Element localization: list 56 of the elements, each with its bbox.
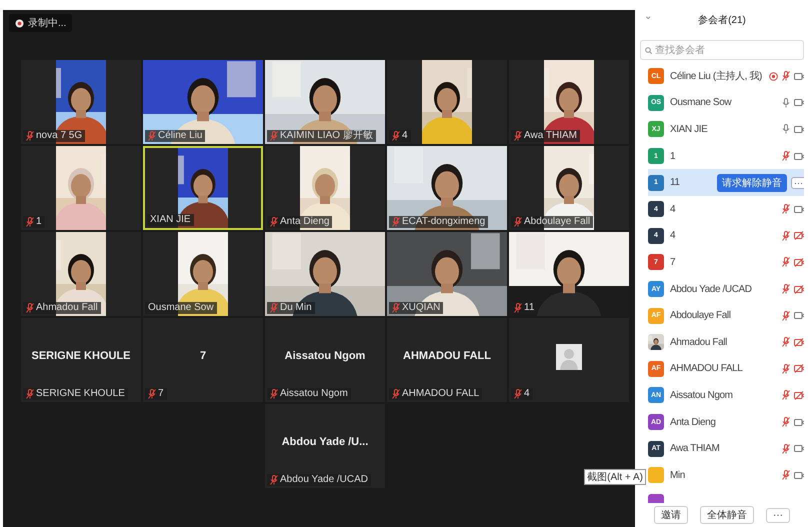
participant-name: Aissatou Ngom bbox=[284, 350, 366, 362]
avatar-icon bbox=[556, 344, 582, 370]
participant-label: Awa THIAM bbox=[524, 130, 577, 142]
more-button[interactable]: ··· bbox=[791, 176, 804, 189]
participant-name: Ousmane Sow bbox=[670, 97, 732, 108]
participant-label: XUQIAN bbox=[402, 302, 440, 314]
participant-name: Anta Dieng bbox=[670, 416, 716, 428]
participant-name: Ahmadou Fall bbox=[670, 336, 728, 348]
participant-label: 4 bbox=[524, 388, 530, 400]
participant-label: AHMADOU FALL bbox=[402, 388, 480, 400]
participant-name: 4 bbox=[670, 230, 676, 242]
tooltip: 截图(Alt + A) bbox=[584, 469, 646, 485]
participant-label: Aissatou Ngom bbox=[280, 388, 348, 400]
footer-button[interactable]: 全体静音 bbox=[700, 506, 754, 524]
participant-label: 11 bbox=[524, 302, 534, 314]
participant-label: Ousmane Sow bbox=[148, 302, 214, 314]
participant-name: Min bbox=[670, 470, 686, 481]
participant-label: 4 bbox=[402, 130, 408, 142]
participant-name: 7 bbox=[670, 256, 676, 268]
participant-label: KAIMIN LIAO 廖开敏 bbox=[280, 130, 373, 142]
ask-unmute-button[interactable]: 请求解除静音 bbox=[717, 174, 787, 192]
recording-icon bbox=[15, 18, 24, 28]
participant-row[interactable]: Min bbox=[648, 462, 804, 488]
participant-name: Awa THIAM bbox=[670, 443, 720, 454]
participant-name: Aissatou Ngom bbox=[670, 390, 734, 401]
participant-name: 1 bbox=[670, 150, 676, 162]
participant-name: Abdou Yade /U... bbox=[282, 436, 368, 448]
participant-row[interactable]: Ahmadou Fall bbox=[648, 328, 804, 356]
participant-name: Abdoulaye Fall bbox=[670, 310, 732, 322]
participant-name: SERIGNE KHOULE bbox=[31, 350, 130, 362]
participant-label: ECAT-dongximeng bbox=[402, 216, 486, 228]
participant-label: Abdoulaye Fall bbox=[524, 216, 590, 228]
participant-label: XIAN JIE bbox=[150, 214, 191, 226]
participant-name: XIAN JIE bbox=[670, 124, 708, 135]
footer-button[interactable]: ··· bbox=[766, 508, 790, 522]
participant-label: Céline Liu bbox=[158, 130, 202, 142]
participant-name: Céline Liu (主持人, 我) bbox=[670, 70, 763, 84]
collapse-button[interactable]: ⌄ bbox=[644, 10, 652, 22]
participant-label: 1 bbox=[36, 216, 42, 228]
participant-label: Ahmadou Fall bbox=[36, 302, 98, 314]
recording-indicator[interactable]: 录制中... bbox=[9, 14, 72, 32]
participant-name: AHMADOU FALL bbox=[670, 363, 744, 374]
footer-button[interactable]: 邀请 bbox=[654, 506, 688, 524]
participant-name: Abdou Yade /UCAD bbox=[670, 284, 753, 295]
participant-label: Anta Dieng bbox=[280, 216, 330, 228]
participant-label: Du Min bbox=[280, 302, 312, 314]
participant-name: 7 bbox=[200, 350, 206, 362]
participant-label: 7 bbox=[158, 388, 164, 400]
participant-name: 4 bbox=[670, 204, 676, 215]
participant-name: 11 bbox=[670, 177, 681, 188]
participant-name: AHMADOU FALL bbox=[403, 350, 491, 362]
participant-label: Abdou Yade /UCAD bbox=[280, 474, 368, 486]
panel-title: 参会者(21) bbox=[698, 14, 746, 27]
participant-label: SERIGNE KHOULE bbox=[36, 388, 125, 400]
participant-label: nova 7 5G bbox=[36, 130, 82, 142]
search-icon bbox=[645, 46, 652, 54]
